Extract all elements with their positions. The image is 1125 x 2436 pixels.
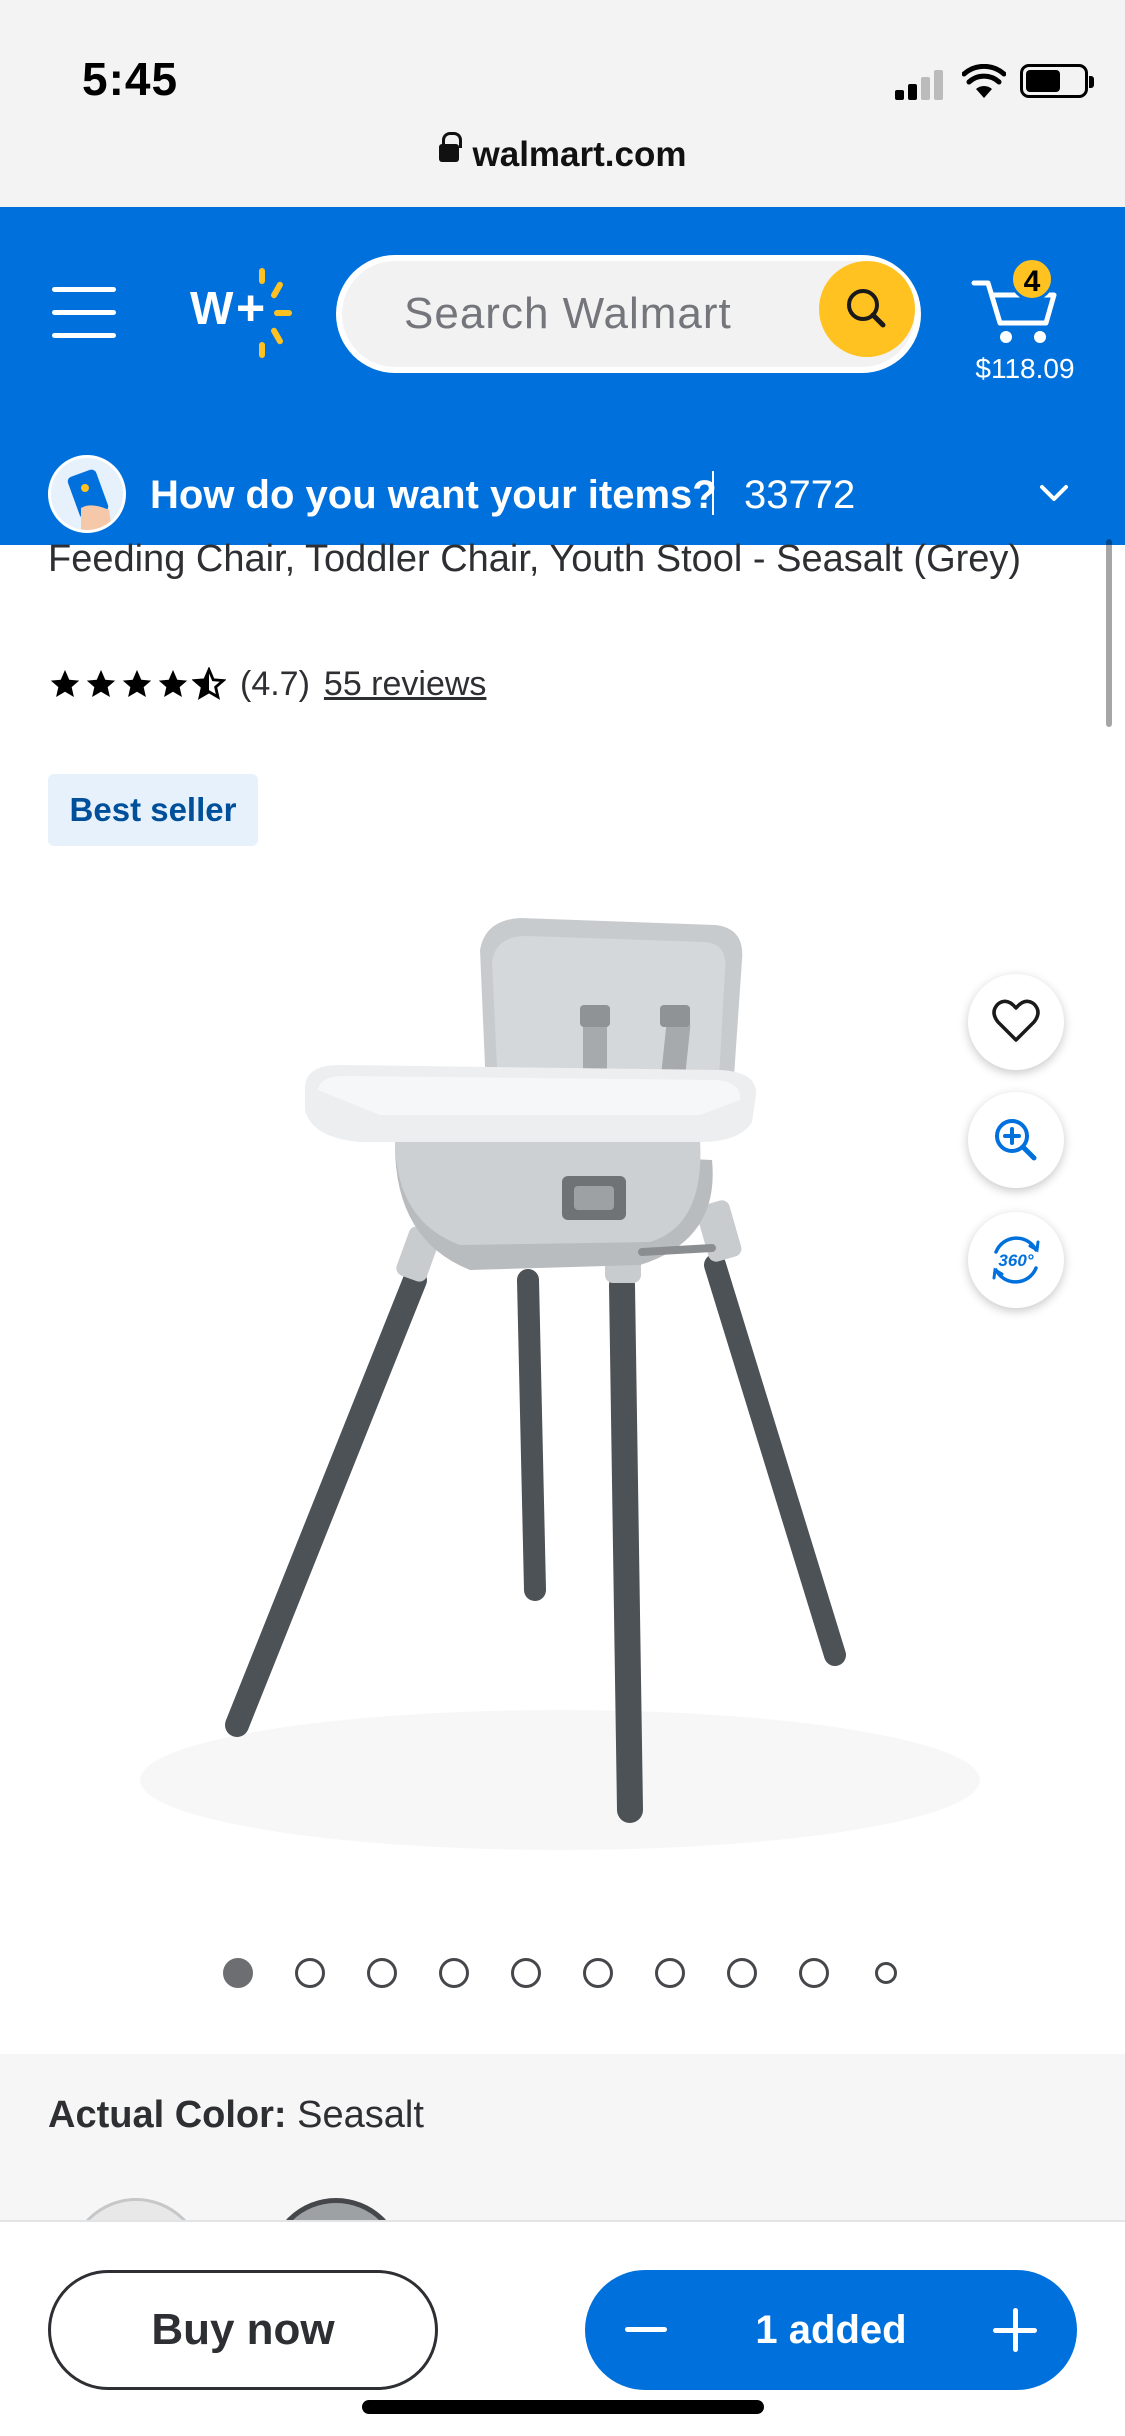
wifi-icon — [962, 64, 1006, 98]
carousel-dot[interactable] — [367, 1958, 397, 1988]
status-time: 5:45 — [82, 53, 179, 105]
cart-button[interactable]: 4 $118.09 — [960, 257, 1090, 384]
carousel-dot[interactable] — [799, 1958, 829, 1988]
cart-count-badge: 4 — [1010, 257, 1054, 301]
product-rating[interactable]: (4.7) 55 reviews — [48, 662, 486, 706]
carousel-dot[interactable] — [655, 1958, 685, 1988]
half-star-icon — [192, 667, 226, 700]
battery-icon — [1020, 64, 1094, 98]
360-view-icon: 360° — [992, 1236, 1040, 1284]
rating-value: (4.7) — [240, 664, 310, 703]
delivery-icon — [48, 455, 126, 533]
menu-icon[interactable] — [52, 287, 116, 339]
product-image — [140, 918, 980, 1850]
best-seller-badge: Best seller — [48, 774, 258, 846]
battery-level — [1026, 70, 1060, 92]
star-icon — [50, 669, 80, 698]
plus-icon[interactable] — [993, 2308, 1037, 2352]
search-bar[interactable]: Search Walmart — [336, 255, 921, 373]
divider — [712, 471, 714, 515]
star-icon — [122, 669, 152, 698]
url-bar[interactable]: walmart.com — [0, 131, 1125, 175]
favorite-button[interactable] — [968, 974, 1064, 1070]
heart-icon — [992, 999, 1040, 1042]
carousel-dot[interactable] — [511, 1958, 541, 1988]
carousel-indicators[interactable] — [0, 1958, 1125, 1998]
minus-icon[interactable] — [625, 2327, 667, 2332]
product-page: 5:45 walmart.com W + Search Walmart 4 $1… — [0, 0, 1125, 2436]
star-icon — [86, 669, 116, 698]
zoom-button[interactable] — [968, 1092, 1064, 1188]
product-title: Feeding Chair, Toddler Chair, Youth Stoo… — [48, 538, 1022, 580]
signal-icon — [895, 70, 945, 100]
zip-code: 33772 — [744, 473, 856, 517]
buy-now-button[interactable]: Buy now — [48, 2270, 438, 2390]
search-icon — [847, 289, 886, 328]
zoom-in-icon — [995, 1119, 1037, 1161]
view-360-button[interactable]: 360° — [968, 1212, 1064, 1308]
delivery-prompt: How do you want your items? — [150, 473, 717, 517]
color-value: Seasalt — [297, 2094, 424, 2136]
carousel-dot[interactable] — [439, 1958, 469, 1988]
scrollbar[interactable] — [1106, 539, 1112, 727]
cart-total: $118.09 — [975, 353, 1075, 384]
star-icon — [158, 669, 188, 698]
site-header: W + Search Walmart 4 $118.09 How do you … — [0, 207, 1125, 727]
home-indicator[interactable] — [362, 2400, 764, 2414]
search-button[interactable] — [819, 261, 915, 357]
carousel-dot[interactable] — [875, 1962, 897, 1984]
carousel-dot[interactable] — [295, 1958, 325, 1988]
status-bar: 5:45 walmart.com — [0, 0, 1125, 207]
walmart-plus-logo[interactable]: W + — [190, 267, 292, 358]
color-label-key: Actual Color: — [48, 2094, 287, 2136]
product-image-carousel[interactable]: 360° — [0, 880, 1125, 1920]
lock-icon — [438, 131, 462, 162]
carousel-dot[interactable] — [223, 1958, 253, 1988]
reviews-link[interactable]: 55 reviews — [324, 665, 487, 704]
carousel-dot[interactable] — [727, 1958, 757, 1988]
url-text: walmart.com — [472, 135, 687, 174]
quantity-stepper: 1 added — [585, 2270, 1077, 2390]
chevron-down-icon — [1040, 485, 1068, 501]
svg-text:360°: 360° — [998, 1251, 1033, 1270]
star-rating — [48, 667, 226, 701]
search-input[interactable]: Search Walmart — [404, 289, 732, 339]
color-label: Actual Color: Seasalt — [48, 2094, 424, 2137]
carousel-dot[interactable] — [583, 1958, 613, 1988]
